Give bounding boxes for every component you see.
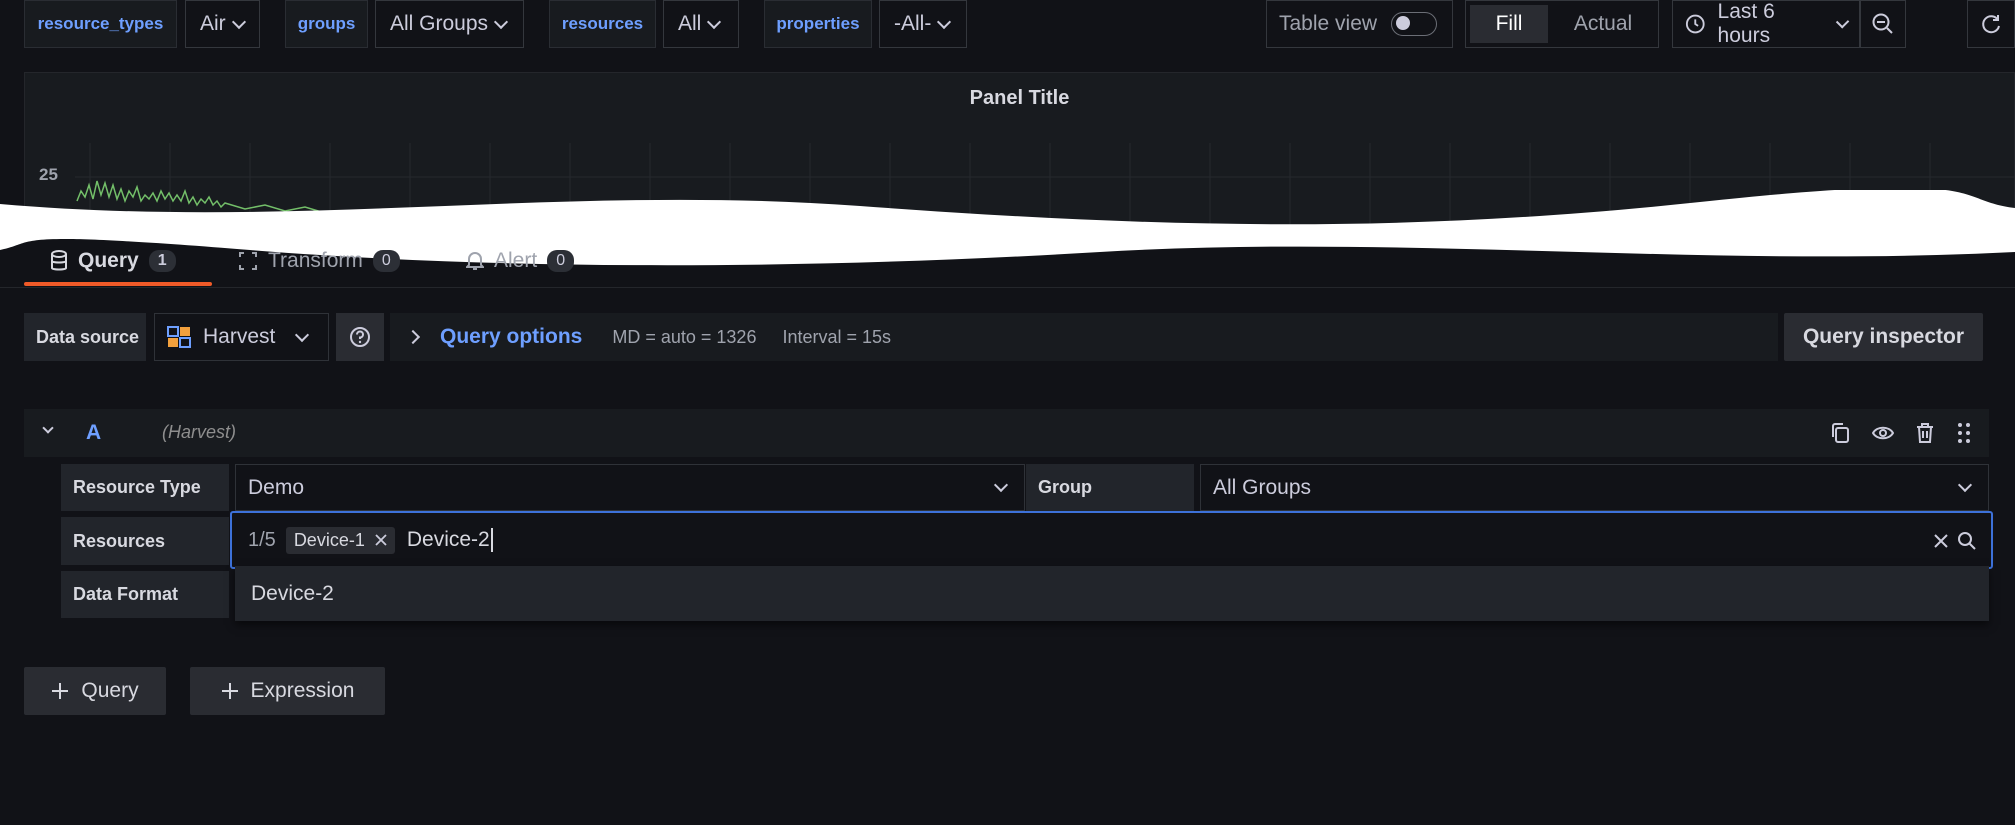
var-select-resource-types[interactable]: Air: [185, 0, 260, 48]
eye-icon[interactable]: [1872, 422, 1894, 444]
chip-remove-icon[interactable]: [375, 534, 387, 546]
search-icon: [1958, 532, 1976, 550]
max-data-points-info: MD = auto = 1326: [612, 326, 757, 347]
resources-label: Resources: [61, 517, 229, 565]
plus-icon: [52, 683, 69, 699]
var-select-properties[interactable]: -All-: [879, 0, 967, 48]
data-format-label: Data Format: [61, 571, 229, 618]
editor-tabs: Query 1 Transform 0 Alert 0: [24, 247, 624, 287]
refresh-button[interactable]: [1967, 0, 2015, 48]
var-label-groups: groups: [285, 0, 368, 48]
resources-search-input[interactable]: Device-2: [407, 528, 493, 552]
query-datasource-name: (Harvest): [162, 422, 237, 442]
add-expression-button[interactable]: Expression: [190, 667, 385, 715]
collapse-chevron-icon[interactable]: [42, 422, 54, 434]
var-label-properties: properties: [764, 0, 872, 48]
fill-button[interactable]: Fill: [1470, 5, 1548, 43]
drag-handle-icon[interactable]: [1956, 422, 1972, 444]
var-label-resources: resources: [549, 0, 656, 48]
tab-alert[interactable]: Alert 0: [466, 249, 575, 273]
resources-dropdown-option[interactable]: Device-2: [235, 566, 1989, 621]
query-ref-id[interactable]: A: [86, 421, 101, 445]
group-select[interactable]: All Groups: [1200, 464, 1989, 511]
active-tab-underline: [24, 282, 212, 286]
chevron-down-icon: [937, 14, 952, 29]
clear-icon[interactable]: [1933, 533, 1949, 549]
chevron-down-icon: [707, 14, 722, 29]
tab-query[interactable]: Query 1: [50, 249, 176, 273]
trash-icon[interactable]: [1914, 422, 1936, 444]
toggle-switch[interactable]: [1391, 12, 1438, 36]
var-label-resource-types: resource_types: [24, 0, 177, 48]
harvest-logo-icon: [167, 326, 191, 348]
resources-selected-count: 1/5: [248, 528, 276, 551]
chevron-down-icon: [1957, 477, 1973, 493]
chevron-down-icon: [231, 14, 246, 29]
datasource-label: Data source: [24, 313, 146, 361]
query-options-bar[interactable]: Query options MD = auto = 1326 Interval …: [390, 313, 1778, 361]
interval-info: Interval = 15s: [782, 326, 892, 347]
actual-button[interactable]: Actual: [1552, 5, 1654, 43]
database-icon: [51, 250, 67, 271]
query-row-header: A (Harvest): [24, 409, 1989, 457]
table-view-toggle[interactable]: Table view: [1266, 0, 1453, 48]
zoom-out-button[interactable]: [1860, 0, 1906, 48]
plus-icon: [221, 683, 238, 699]
var-select-groups[interactable]: All Groups: [375, 0, 524, 48]
tab-query-count: 1: [148, 250, 176, 272]
refresh-icon: [1982, 15, 2000, 34]
tab-transform[interactable]: Transform 0: [238, 249, 400, 273]
group-label: Group: [1026, 464, 1194, 511]
duplicate-icon[interactable]: [1830, 422, 1852, 444]
zoom-out-icon: [1872, 13, 1893, 34]
resource-type-select[interactable]: Demo: [235, 464, 1025, 511]
chevron-down-icon: [295, 327, 310, 342]
query-inspector-button[interactable]: Query inspector: [1784, 313, 1983, 361]
tab-transform-count: 0: [372, 250, 400, 272]
tabs-divider: [0, 287, 2015, 288]
chevron-down-icon: [1835, 14, 1850, 29]
chevron-down-icon: [993, 477, 1009, 493]
resource-chip: Device-1: [285, 526, 395, 554]
add-query-button[interactable]: Query: [24, 667, 166, 715]
resource-type-label: Resource Type: [61, 464, 229, 511]
tab-alert-count: 0: [547, 250, 575, 272]
transform-icon: [239, 252, 257, 270]
fill-actual-switch: Fill Actual: [1465, 0, 1659, 48]
time-range-picker[interactable]: Last 6 hours: [1672, 0, 1860, 48]
var-select-resources[interactable]: All: [663, 0, 739, 48]
query-options-label[interactable]: Query options: [440, 325, 582, 349]
datasource-picker[interactable]: Harvest: [154, 313, 329, 361]
chevron-down-icon: [493, 14, 509, 29]
table-view-label: Table view: [1279, 12, 1378, 35]
resources-multiselect[interactable]: 1/5 Device-1 Device-2: [230, 511, 1993, 569]
bell-icon: [466, 252, 484, 270]
datasource-help-button[interactable]: [336, 313, 384, 361]
clock-icon: [1685, 14, 1705, 34]
chevron-right-icon: [405, 329, 421, 345]
help-icon: [350, 327, 370, 347]
